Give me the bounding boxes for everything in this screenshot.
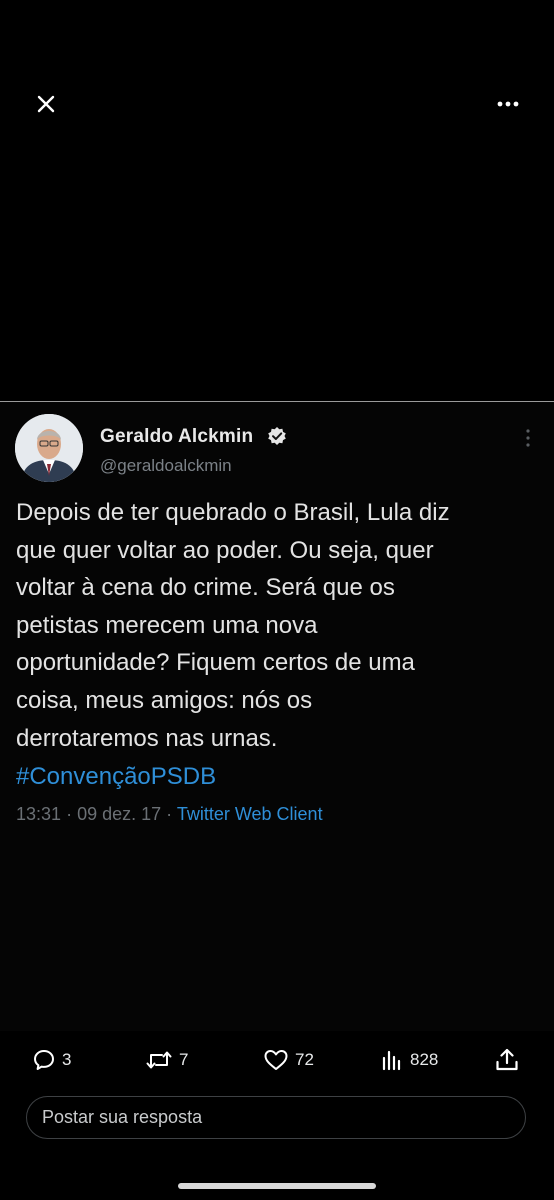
reply-icon — [34, 1050, 54, 1070]
heart-icon — [264, 1050, 288, 1070]
tweet-text-line: derrotaremos nas urnas. — [16, 724, 278, 752]
more-horizontal-icon — [497, 101, 519, 107]
hashtag-link: #ConvençãoPSDB — [16, 763, 217, 790]
author-name: Geraldo Alckmin — [100, 426, 254, 447]
tweet-client: Twitter Web Client — [176, 804, 323, 824]
more-vertical-icon — [526, 429, 530, 447]
close-button[interactable] — [30, 88, 62, 120]
home-indicator — [178, 1183, 376, 1189]
meta-separator: · — [166, 804, 173, 824]
views-button[interactable]: 828 — [380, 1040, 438, 1080]
verified-badge-icon — [268, 427, 286, 445]
close-icon — [37, 95, 55, 113]
retweet-count: 7 — [179, 1050, 189, 1069]
meta-separator: · — [66, 804, 73, 824]
reply-placeholder: Postar sua resposta — [42, 1107, 203, 1127]
retweet-button[interactable]: 7 — [145, 1040, 188, 1080]
tweet-text-line: voltar à cena do crime. Será que os — [16, 574, 395, 602]
like-button[interactable]: 72 — [263, 1040, 314, 1080]
retweet-icon — [146, 1051, 172, 1069]
tweet-text-line: petistas merecem uma nova — [16, 611, 318, 639]
views-chart-icon — [382, 1050, 401, 1071]
reply-input[interactable]: Postar sua resposta — [26, 1096, 526, 1139]
views-count: 828 — [410, 1050, 439, 1069]
author-handle: @geraldoalckmin — [100, 456, 232, 475]
reply-count: 3 — [62, 1050, 72, 1069]
share-button[interactable] — [494, 1040, 520, 1080]
share-icon — [496, 1048, 518, 1071]
tweet-text-line: coisa, meus amigos: nós os — [16, 686, 313, 714]
tweet-meta: 13:31 · 09 dez. 17 · Twitter Web Client — [16, 804, 323, 825]
tweet-text: Depois de ter quebrado o Brasil, Lula di… — [16, 494, 546, 757]
tweet-text-line: que quer voltar ao poder. Ou seja, quer — [16, 536, 434, 564]
like-count: 72 — [295, 1050, 314, 1069]
tweet-time: 13:31 — [16, 804, 62, 824]
avatar — [15, 414, 83, 482]
tweet-text-line: Depois de ter quebrado o Brasil, Lula di… — [16, 499, 450, 526]
tweet-date: 09 dez. 17 — [77, 804, 162, 824]
action-bar: 3 7 72 828 — [0, 1040, 554, 1080]
viewer-top-bar — [0, 0, 554, 140]
tweet-text-line: oportunidade? Fiquem certos de uma — [16, 649, 415, 677]
tweet-screenshot-image[interactable]: Geraldo Alckmin @geraldoalckmin Depois d… — [0, 401, 554, 1031]
media-background — [0, 140, 554, 400]
reply-button[interactable]: 3 — [32, 1040, 71, 1080]
more-options-button[interactable] — [490, 88, 526, 120]
